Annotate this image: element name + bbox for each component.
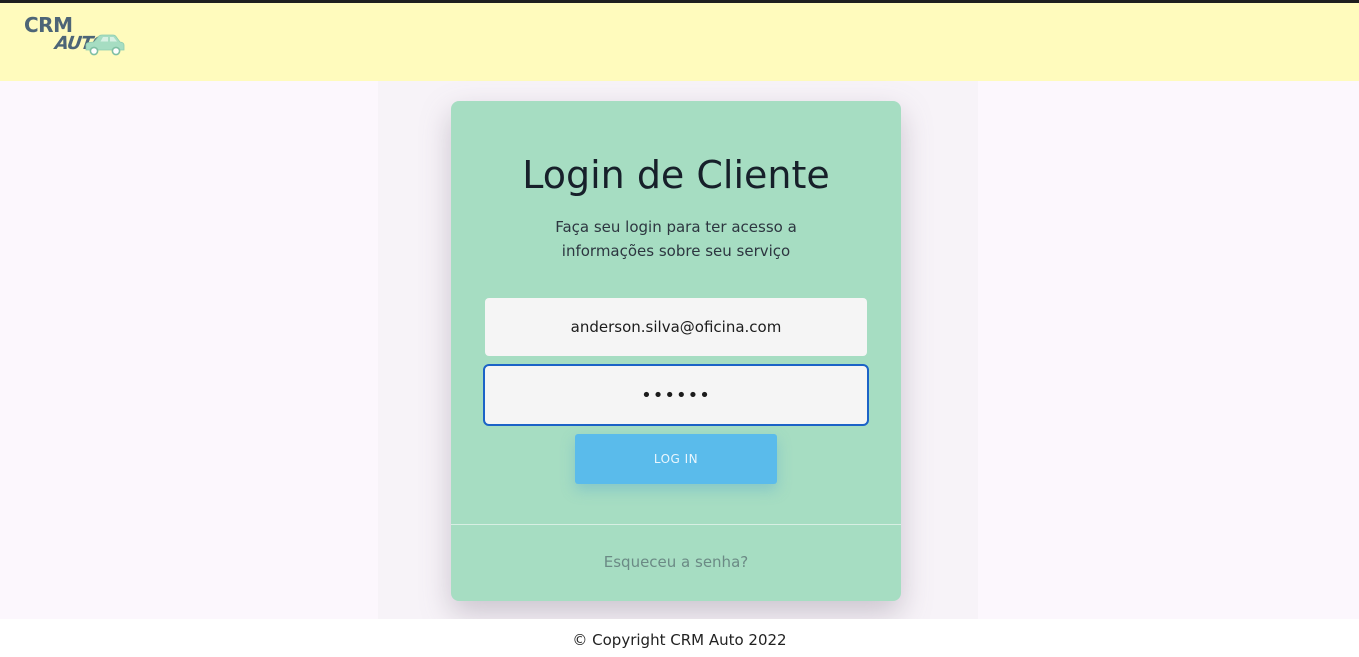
password-field[interactable] (483, 364, 869, 426)
car-icon (85, 34, 125, 56)
login-button[interactable]: LOG IN (575, 434, 777, 484)
site-header: CRM AUTO (0, 3, 1359, 81)
login-card: Login de Cliente Faça seu login para ter… (451, 101, 901, 601)
copyright-text: © Copyright CRM Auto 2022 (572, 631, 787, 649)
crm-auto-logo[interactable]: CRM AUTO (22, 13, 132, 61)
site-footer: © Copyright CRM Auto 2022 (0, 619, 1359, 657)
forgot-password-link[interactable]: Esqueceu a senha? (451, 553, 901, 571)
card-divider (451, 524, 901, 525)
login-subtitle: Faça seu login para ter acesso a informa… (555, 218, 797, 260)
login-title: Login de Cliente (522, 153, 830, 197)
email-field[interactable] (485, 298, 867, 356)
